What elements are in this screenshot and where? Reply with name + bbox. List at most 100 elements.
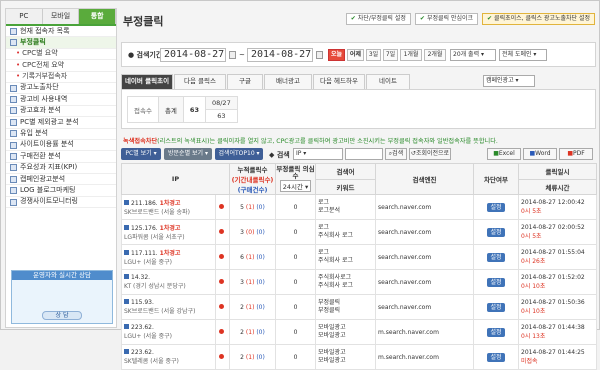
calendar-icon[interactable] <box>229 51 236 59</box>
col-search[interactable]: 검색어 <box>315 163 376 180</box>
col-cumulative[interactable]: 누적클릭수 (기간내클릭수) (구매건수) <box>229 163 276 195</box>
cum-count[interactable]: 3 <box>240 279 244 286</box>
quick-2month-button[interactable]: 2개월 <box>424 49 446 61</box>
fraud-guard-button[interactable]: ✔ 부정클릭 안심이크 <box>414 13 479 25</box>
ip-address[interactable]: 117.111. <box>131 250 158 257</box>
col-block[interactable]: 차단여부 <box>473 163 519 195</box>
sidebar-item[interactable]: LOG 블로그마케팅 <box>6 185 116 197</box>
click-time: 2014-08-27 12:00:42 <box>521 199 585 206</box>
tab-mobile[interactable]: 모바일 <box>42 9 80 24</box>
pc-view-button[interactable]: PC별 보기 ▾ <box>121 148 161 160</box>
calendar-icon[interactable] <box>316 51 323 59</box>
table-row[interactable]: 14.32. KT (경기 성남시 분당구) 3 (1) (0) 0 주식회사로그 주식… <box>121 269 597 295</box>
stay-time: 0시 5초 <box>521 233 542 240</box>
quick-3day-button[interactable]: 3일 <box>366 49 381 61</box>
table-row[interactable]: 211.186. 1차경고 SK브로드밴드 (서울 송파) 5 (1) (0) 0 로그… <box>121 194 597 220</box>
table-row[interactable]: 125.176. 1차경고 LG파워콤 (서울 서초구) 3 (0) (0) 0 로그 주… <box>121 219 597 245</box>
sidebar-item[interactable]: 광고효과 분석 <box>6 106 116 118</box>
tab-pc[interactable]: PC <box>6 9 43 24</box>
tab-nate[interactable]: 네이트 <box>366 74 410 89</box>
search-input[interactable] <box>345 148 383 160</box>
start-date-input[interactable]: 2014-08-27 <box>160 48 226 62</box>
quick-today-button[interactable]: 오늘 <box>328 49 345 61</box>
visit-view-button[interactable]: 방문순별 보기 ▾ <box>164 148 212 160</box>
block-cell: 설정 <box>473 219 519 245</box>
sidebar-item[interactable]: 캡페인광고분석 <box>6 174 116 186</box>
tab-daum-head[interactable]: 다음 헤드하우 <box>313 74 365 89</box>
ad-exposure-block-button[interactable]: ✔ 클릭초이스, 클릭스 광고노출차단 설정 <box>482 13 595 25</box>
block-setting-row-button[interactable]: 설정 <box>487 202 505 212</box>
counsel-button[interactable]: 상 담 <box>42 311 82 320</box>
tab-banner[interactable]: 배너광고 <box>264 74 312 89</box>
block-setting-row-button[interactable]: 설정 <box>487 302 505 312</box>
sidebar-item[interactable]: 현재 접속자 목록 <box>6 26 116 38</box>
table-row[interactable]: 223.62. LGU+ (서울 중구) 2 (1) (0) 0 모바일광고 모바일광고… <box>121 319 597 345</box>
col-ip[interactable]: IP <box>121 163 230 195</box>
col-fraud[interactable]: 부정클릭 의심수 24시간 ▾ <box>275 163 316 195</box>
ip-address[interactable]: 14.32. <box>131 274 150 281</box>
stats-table: 접속수 총계 63 08/27 63 <box>127 96 238 123</box>
sidebar-item[interactable]: 부정클릭 <box>6 37 116 49</box>
search-button[interactable]: ⌕검색 <box>385 148 407 160</box>
tab-daum-clix[interactable]: 다음 클릭스 <box>174 74 226 89</box>
tab-integrated[interactable]: 통합 <box>79 9 117 24</box>
table-row[interactable]: 115.93. SK브로드밴드 (서울 강남구) 2 (1) (0) 0 부정클릭 부정… <box>121 294 597 320</box>
ip-address[interactable]: 223.62. <box>131 349 154 356</box>
col-engine[interactable]: 검색엔진 <box>375 163 474 195</box>
cum-count[interactable]: 2 <box>240 354 244 361</box>
ip-cell: 115.93. SK브로드밴드 (서울 강남구) <box>121 294 216 320</box>
sidebar-item[interactable]: 유입 분석 <box>6 129 116 140</box>
block-setting-row-button[interactable]: 설정 <box>487 277 505 287</box>
alert-icon <box>219 353 224 359</box>
sidebar-item[interactable]: • 기록거부접속자 <box>6 72 116 83</box>
block-setting-button[interactable]: ✔ 차단/부정클릭 설정 <box>345 13 411 25</box>
block-setting-row-button[interactable]: 설정 <box>487 327 505 337</box>
block-setting-row-button[interactable]: 설정 <box>487 352 505 362</box>
tab-naver-clickchoice[interactable]: 네이버 클릭초이스 <box>121 74 173 98</box>
click-time: 2014-08-27 02:00:52 <box>521 224 585 231</box>
sidebar-item[interactable]: 사이트이용률 분석 <box>6 140 116 152</box>
search-top10-button[interactable]: 검색어TOP10 ▾ <box>215 148 263 160</box>
ip-address[interactable]: 125.176. <box>131 225 158 232</box>
campaign-select[interactable]: 캠페인광고 ▾ <box>483 75 535 87</box>
bullet-icon: • <box>16 49 21 58</box>
sidebar-item[interactable]: • CPC별 요약 <box>6 49 116 61</box>
stay-time: 0시 5초 <box>521 208 542 215</box>
quick-7day-button[interactable]: 7일 <box>383 49 398 61</box>
cum-count[interactable]: 3 <box>240 229 244 236</box>
cum-count[interactable]: 5 <box>240 204 244 211</box>
block-setting-row-button[interactable]: 설정 <box>487 227 505 237</box>
col-time[interactable]: 클릭일시 <box>518 163 597 180</box>
sidebar-item[interactable]: 경쟁사이트모니터링 <box>6 197 116 209</box>
sidebar-item[interactable]: 구매전환 분석 <box>6 151 116 163</box>
ip-cell: 14.32. KT (경기 성남시 분당구) <box>121 269 216 295</box>
cum-count[interactable]: 2 <box>240 304 244 311</box>
table-row[interactable]: 117.111. 1차경고 LGU+ (서울 중구) 6 (1) (0) 0 로그 주식회… <box>121 244 597 270</box>
sidebar-item[interactable]: PC별 제외광고 분석 <box>6 117 116 129</box>
cum-count[interactable]: 6 <box>240 254 244 261</box>
quick-yesterday-button[interactable]: 어제 <box>347 49 364 61</box>
col-stay[interactable]: 체류시간 <box>518 178 597 195</box>
block-setting-row-button[interactable]: 설정 <box>487 252 505 262</box>
domain-select[interactable]: 전체 도메인 ▾ <box>499 49 547 61</box>
col-keyword[interactable]: 키워드 <box>315 178 376 195</box>
stat-total-value: 63 <box>182 96 206 123</box>
sidebar-item[interactable]: • CPC전체 요약 <box>6 60 116 72</box>
reset-button[interactable]: ↺조회이전으로 <box>409 148 451 160</box>
quick-1month-button[interactable]: 1개월 <box>400 49 422 61</box>
excel-button[interactable]: ■Excel <box>487 148 521 160</box>
end-date-input[interactable]: 2014-08-27 <box>247 48 313 62</box>
sidebar-item[interactable]: 광고비 사용내역 <box>6 94 116 106</box>
sidebar-item[interactable]: 주요성과 지표(KPI) <box>6 163 116 175</box>
ip-address[interactable]: 211.186. <box>131 200 158 207</box>
tab-google[interactable]: 구글 <box>227 74 263 89</box>
search-field-select[interactable]: IP ▾ <box>293 148 343 160</box>
fraud-period-select[interactable]: 24시간 ▾ <box>279 180 312 192</box>
table-row[interactable]: 223.62. SK텔레콤 (서울 중구) 2 (1) (0) 0 모바일광고 모바일광… <box>121 344 597 370</box>
alert-icon <box>219 303 224 309</box>
pdf-button[interactable]: ■PDF <box>559 148 593 160</box>
word-button[interactable]: ■Word <box>523 148 557 160</box>
sidebar-item[interactable]: 광고노출차단 <box>6 83 116 95</box>
per-page-select[interactable]: 20개 출력 ▾ <box>450 49 496 61</box>
ip-address[interactable]: 115.93. <box>131 299 154 306</box>
